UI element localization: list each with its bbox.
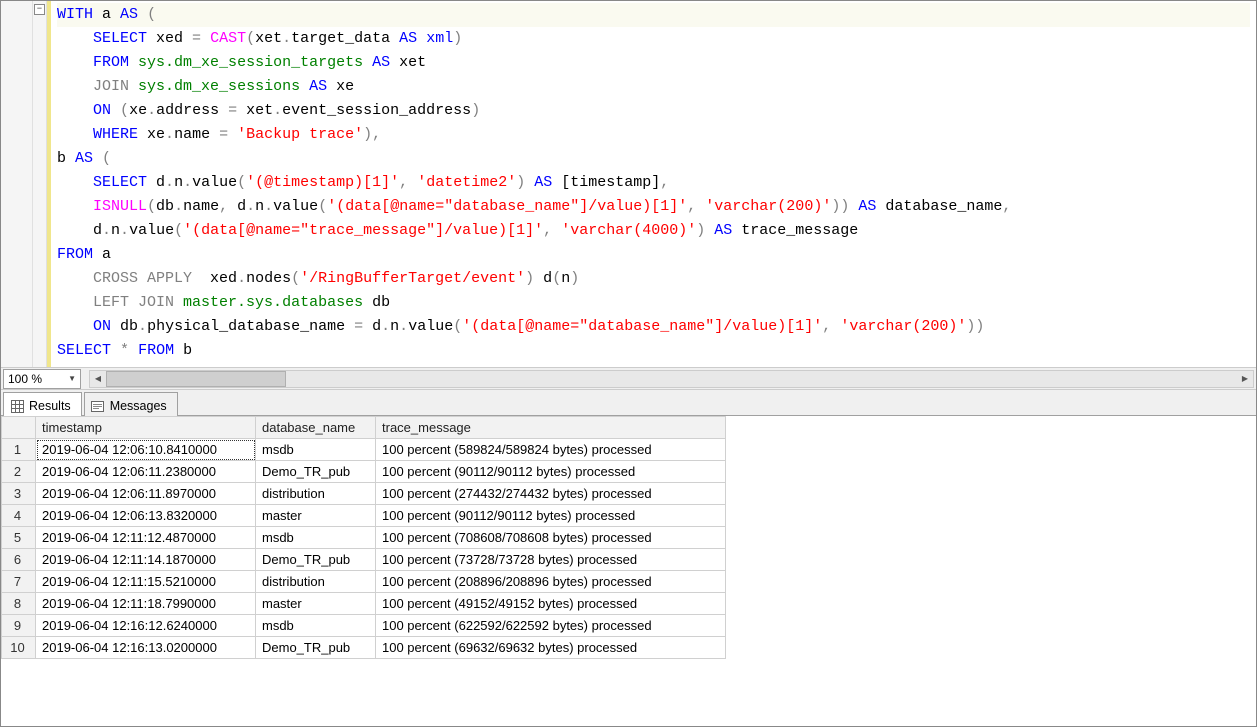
tab-results-label: Results [29, 399, 71, 413]
cell-timestamp[interactable]: 2019-06-04 12:11:12.4870000 [36, 527, 256, 549]
cell-database-name[interactable]: msdb [256, 615, 376, 637]
cell-timestamp[interactable]: 2019-06-04 12:11:14.1870000 [36, 549, 256, 571]
cell-timestamp[interactable]: 2019-06-04 12:16:12.6240000 [36, 615, 256, 637]
col-header-database-name[interactable]: database_name [256, 417, 376, 439]
grid-corner[interactable] [2, 417, 36, 439]
cell-trace-message[interactable]: 100 percent (90112/90112 bytes) processe… [376, 461, 726, 483]
results-grid[interactable]: timestamp database_name trace_message 12… [1, 416, 726, 659]
cell-trace-message[interactable]: 100 percent (90112/90112 bytes) processe… [376, 505, 726, 527]
editor-footer: 100 % ▼ ◀ ▶ [1, 368, 1256, 390]
fold-collapse-icon[interactable]: − [34, 4, 45, 15]
cell-trace-message[interactable]: 100 percent (73728/73728 bytes) processe… [376, 549, 726, 571]
table-row[interactable]: 92019-06-04 12:16:12.6240000msdb100 perc… [2, 615, 726, 637]
col-header-timestamp[interactable]: timestamp [36, 417, 256, 439]
cell-timestamp[interactable]: 2019-06-04 12:06:11.2380000 [36, 461, 256, 483]
chevron-down-icon: ▼ [68, 374, 76, 383]
cell-database-name[interactable]: distribution [256, 571, 376, 593]
horizontal-scrollbar[interactable]: ◀ ▶ [89, 370, 1254, 388]
cell-database-name[interactable]: distribution [256, 483, 376, 505]
row-number[interactable]: 2 [2, 461, 36, 483]
results-tabs: Results Messages [1, 390, 1256, 416]
cell-database-name[interactable]: msdb [256, 527, 376, 549]
grid-icon [10, 399, 24, 413]
cell-database-name[interactable]: Demo_TR_pub [256, 549, 376, 571]
table-row[interactable]: 102019-06-04 12:16:13.0200000Demo_TR_pub… [2, 637, 726, 659]
cell-timestamp[interactable]: 2019-06-04 12:11:15.5210000 [36, 571, 256, 593]
row-number[interactable]: 3 [2, 483, 36, 505]
messages-icon [91, 399, 105, 413]
cell-trace-message[interactable]: 100 percent (49152/49152 bytes) processe… [376, 593, 726, 615]
row-number[interactable]: 6 [2, 549, 36, 571]
cell-trace-message[interactable]: 100 percent (69632/69632 bytes) processe… [376, 637, 726, 659]
fold-column: − [33, 1, 47, 367]
row-number[interactable]: 4 [2, 505, 36, 527]
results-pane[interactable]: timestamp database_name trace_message 12… [1, 416, 1256, 726]
cell-trace-message[interactable]: 100 percent (622592/622592 bytes) proces… [376, 615, 726, 637]
table-row[interactable]: 42019-06-04 12:06:13.8320000master100 pe… [2, 505, 726, 527]
table-row[interactable]: 82019-06-04 12:11:18.7990000master100 pe… [2, 593, 726, 615]
cell-trace-message[interactable]: 100 percent (208896/208896 bytes) proces… [376, 571, 726, 593]
code-content[interactable]: WITH a AS ( SELECT xed = CAST(xet.target… [51, 1, 1256, 367]
cell-trace-message[interactable]: 100 percent (589824/589824 bytes) proces… [376, 439, 726, 461]
row-number[interactable]: 1 [2, 439, 36, 461]
cell-database-name[interactable]: msdb [256, 439, 376, 461]
cell-database-name[interactable]: Demo_TR_pub [256, 461, 376, 483]
table-row[interactable]: 72019-06-04 12:11:15.5210000distribution… [2, 571, 726, 593]
table-row[interactable]: 22019-06-04 12:06:11.2380000Demo_TR_pub1… [2, 461, 726, 483]
cell-timestamp[interactable]: 2019-06-04 12:11:18.7990000 [36, 593, 256, 615]
scroll-thumb[interactable] [106, 371, 286, 387]
col-header-trace-message[interactable]: trace_message [376, 417, 726, 439]
scroll-right-icon[interactable]: ▶ [1237, 371, 1253, 387]
table-row[interactable]: 12019-06-04 12:06:10.8410000msdb100 perc… [2, 439, 726, 461]
row-number[interactable]: 10 [2, 637, 36, 659]
table-row[interactable]: 52019-06-04 12:11:12.4870000msdb100 perc… [2, 527, 726, 549]
cell-database-name[interactable]: master [256, 593, 376, 615]
cell-database-name[interactable]: master [256, 505, 376, 527]
table-row[interactable]: 32019-06-04 12:06:11.8970000distribution… [2, 483, 726, 505]
row-number[interactable]: 9 [2, 615, 36, 637]
row-number[interactable]: 8 [2, 593, 36, 615]
row-number[interactable]: 5 [2, 527, 36, 549]
cell-trace-message[interactable]: 100 percent (274432/274432 bytes) proces… [376, 483, 726, 505]
cell-timestamp[interactable]: 2019-06-04 12:06:13.8320000 [36, 505, 256, 527]
row-number[interactable]: 7 [2, 571, 36, 593]
tab-messages[interactable]: Messages [84, 392, 178, 416]
table-row[interactable]: 62019-06-04 12:11:14.1870000Demo_TR_pub1… [2, 549, 726, 571]
scroll-left-icon[interactable]: ◀ [90, 371, 106, 387]
cell-timestamp[interactable]: 2019-06-04 12:16:13.0200000 [36, 637, 256, 659]
cell-timestamp[interactable]: 2019-06-04 12:06:11.8970000 [36, 483, 256, 505]
editor-margin [1, 1, 33, 367]
sql-editor[interactable]: − WITH a AS ( SELECT xed = CAST(xet.targ… [1, 1, 1256, 368]
grid-header-row: timestamp database_name trace_message [2, 417, 726, 439]
cell-timestamp[interactable]: 2019-06-04 12:06:10.8410000 [36, 439, 256, 461]
cell-trace-message[interactable]: 100 percent (708608/708608 bytes) proces… [376, 527, 726, 549]
zoom-value: 100 % [8, 372, 42, 386]
tab-messages-label: Messages [110, 399, 167, 413]
zoom-dropdown[interactable]: 100 % ▼ [3, 369, 81, 389]
tab-results[interactable]: Results [3, 392, 82, 416]
cell-database-name[interactable]: Demo_TR_pub [256, 637, 376, 659]
